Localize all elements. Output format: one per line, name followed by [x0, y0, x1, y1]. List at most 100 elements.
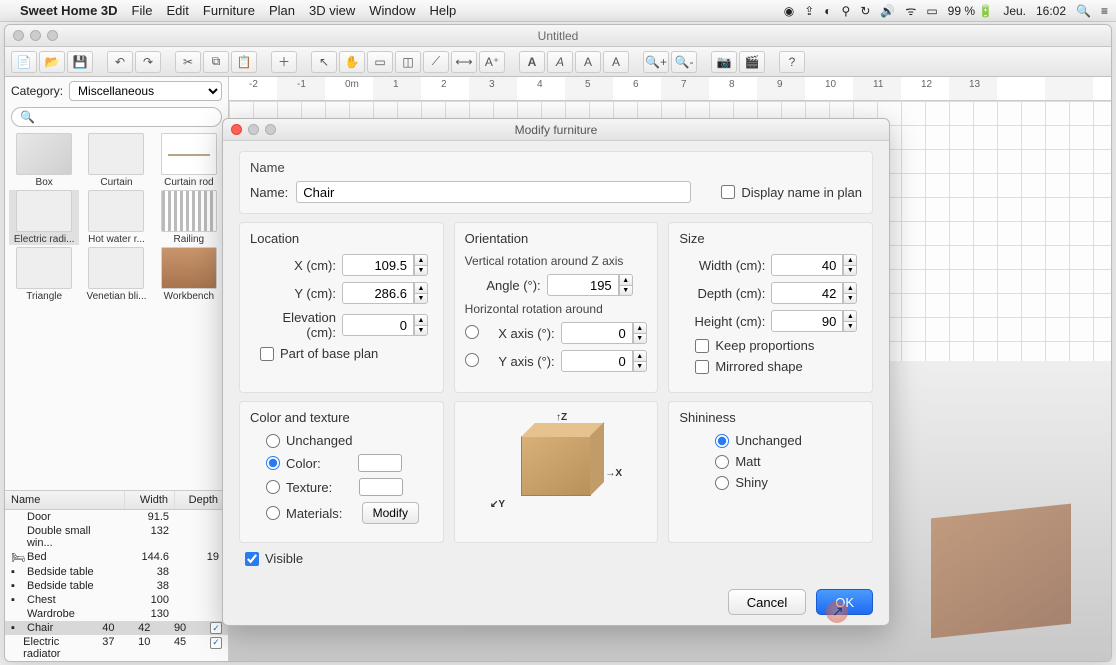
paste-button[interactable]: 📋 — [231, 51, 257, 73]
width-input[interactable] — [771, 254, 843, 276]
text-size-down-button[interactable]: A — [603, 51, 629, 73]
ct-materials-radio[interactable] — [266, 506, 280, 520]
sh-unchanged-radio[interactable] — [715, 434, 729, 448]
col-width[interactable]: Width — [125, 491, 175, 509]
angle-up[interactable]: ▲ — [619, 274, 633, 285]
xaxis-up[interactable]: ▲ — [633, 322, 647, 333]
w-down[interactable]: ▼ — [843, 265, 857, 276]
ok-button[interactable]: OK — [816, 589, 873, 615]
y-up[interactable]: ▲ — [414, 282, 428, 293]
yaxis-down[interactable]: ▼ — [633, 361, 647, 372]
depth-input[interactable] — [771, 282, 843, 304]
x-down[interactable]: ▼ — [414, 265, 428, 276]
menu-window[interactable]: Window — [369, 3, 415, 18]
sh-shiny-radio[interactable] — [715, 476, 729, 490]
menu-plan[interactable]: Plan — [269, 3, 295, 18]
zoom-in-button[interactable]: 🔍+ — [643, 51, 669, 73]
elev-down[interactable]: ▼ — [414, 325, 428, 336]
col-depth[interactable]: Depth — [175, 491, 225, 509]
display-name-checkbox[interactable] — [721, 185, 735, 199]
col-name[interactable]: Name — [5, 491, 125, 509]
catalog-thumb[interactable]: Curtain rod — [154, 133, 224, 188]
height-input[interactable] — [771, 310, 843, 332]
dialog-close-button[interactable] — [231, 124, 242, 135]
cut-button[interactable]: ✂ — [175, 51, 201, 73]
bluetooth-icon[interactable]: ⚲ — [842, 4, 851, 18]
sh-matt-radio[interactable] — [715, 455, 729, 469]
d-up[interactable]: ▲ — [843, 282, 857, 293]
zoom-out-button[interactable]: 🔍- — [671, 51, 697, 73]
h-down[interactable]: ▼ — [843, 321, 857, 332]
open-file-button[interactable]: 📂 — [39, 51, 65, 73]
copy-button[interactable]: ⧉ — [203, 51, 229, 73]
furniture-row[interactable]: ▪Bedside table38 — [5, 579, 228, 593]
xaxis-radio[interactable] — [465, 325, 479, 339]
ct-color-radio[interactable] — [266, 456, 280, 470]
base-plan-checkbox[interactable] — [260, 347, 274, 361]
angle-down[interactable]: ▼ — [619, 285, 633, 296]
furniture-row[interactable]: Door91.5 — [5, 510, 228, 524]
name-input[interactable] — [296, 181, 691, 203]
timemachine-icon[interactable]: ↻ — [860, 4, 870, 18]
menu-edit[interactable]: Edit — [167, 3, 189, 18]
catalog-thumb[interactable]: Triangle — [9, 247, 79, 302]
keep-proportions-checkbox[interactable] — [695, 339, 709, 353]
help-button[interactable]: ? — [779, 51, 805, 73]
furniture-row[interactable]: Double small win...132 — [5, 524, 228, 550]
catalog-thumb[interactable]: Railing — [154, 190, 224, 245]
menu-file[interactable]: File — [132, 3, 153, 18]
status-icon[interactable]: ◉ — [784, 4, 794, 18]
d-down[interactable]: ▼ — [843, 293, 857, 304]
app-name[interactable]: Sweet Home 3D — [20, 3, 118, 18]
wifi-icon[interactable]: ᯤ — [905, 2, 916, 19]
battery-status[interactable]: 99 % 🔋 — [948, 4, 994, 18]
text-tool-button[interactable]: A⁺ — [479, 51, 505, 73]
mirrored-checkbox[interactable] — [695, 360, 709, 374]
ct-texture-radio[interactable] — [266, 480, 280, 494]
furniture-row[interactable]: Electric radiator371045✓ — [5, 635, 228, 661]
catalog-thumb[interactable]: Curtain — [81, 133, 151, 188]
volume-icon[interactable]: 🔊 — [880, 4, 895, 18]
menu-3dview[interactable]: 3D view — [309, 3, 355, 18]
ct-unchanged-radio[interactable] — [266, 434, 280, 448]
display-icon[interactable]: ▭ — [926, 4, 937, 18]
clock-time[interactable]: 16:02 — [1036, 4, 1066, 18]
undo-button[interactable]: ↶ — [107, 51, 133, 73]
furniture-list[interactable]: Door91.5Double small win...132🛏Bed144.61… — [5, 510, 228, 662]
x-input[interactable] — [342, 254, 414, 276]
yaxis-input[interactable] — [561, 350, 633, 372]
elevation-input[interactable] — [342, 314, 414, 336]
add-furniture-button[interactable]: ＋ — [271, 51, 297, 73]
select-tool-button[interactable]: ↖ — [311, 51, 337, 73]
dropbox-icon[interactable]: ⇪ — [804, 4, 814, 18]
y-input[interactable] — [342, 282, 414, 304]
h-up[interactable]: ▲ — [843, 310, 857, 321]
furniture-row[interactable]: ▪Chair404290✓ — [5, 621, 228, 636]
visible-checkbox[interactable] — [245, 552, 259, 566]
clock-day[interactable]: Jeu. — [1003, 4, 1026, 18]
dimension-tool-button[interactable]: ⟷ — [451, 51, 477, 73]
furniture-row[interactable]: Wardrobe130 — [5, 607, 228, 621]
yaxis-up[interactable]: ▲ — [633, 350, 647, 361]
catalog-thumb[interactable]: Electric radi... — [9, 190, 79, 245]
cancel-button[interactable]: Cancel — [728, 589, 806, 615]
catalog-thumb[interactable]: Workbench — [154, 247, 224, 302]
save-file-button[interactable]: 💾 — [67, 51, 93, 73]
catalog-thumb[interactable]: Hot water r... — [81, 190, 151, 245]
materials-modify-button[interactable]: Modify — [362, 502, 419, 524]
photo-button[interactable]: 📷 — [711, 51, 737, 73]
furniture-row[interactable]: 🛏Bed144.619 — [5, 550, 228, 565]
text-bold-button[interactable]: A — [519, 51, 545, 73]
xaxis-input[interactable] — [561, 322, 633, 344]
menu-furniture[interactable]: Furniture — [203, 3, 255, 18]
x-up[interactable]: ▲ — [414, 254, 428, 265]
spotlight-icon[interactable]: 🔍 — [1076, 4, 1091, 18]
color-swatch-button[interactable] — [358, 454, 402, 472]
video-button[interactable]: 🎬 — [739, 51, 765, 73]
text-italic-button[interactable]: A — [547, 51, 573, 73]
polyline-tool-button[interactable]: ⟋ — [423, 51, 449, 73]
w-up[interactable]: ▲ — [843, 254, 857, 265]
minimize-window-button[interactable] — [30, 30, 41, 41]
category-select[interactable]: Miscellaneous — [69, 81, 222, 101]
room-tool-button[interactable]: ◫ — [395, 51, 421, 73]
